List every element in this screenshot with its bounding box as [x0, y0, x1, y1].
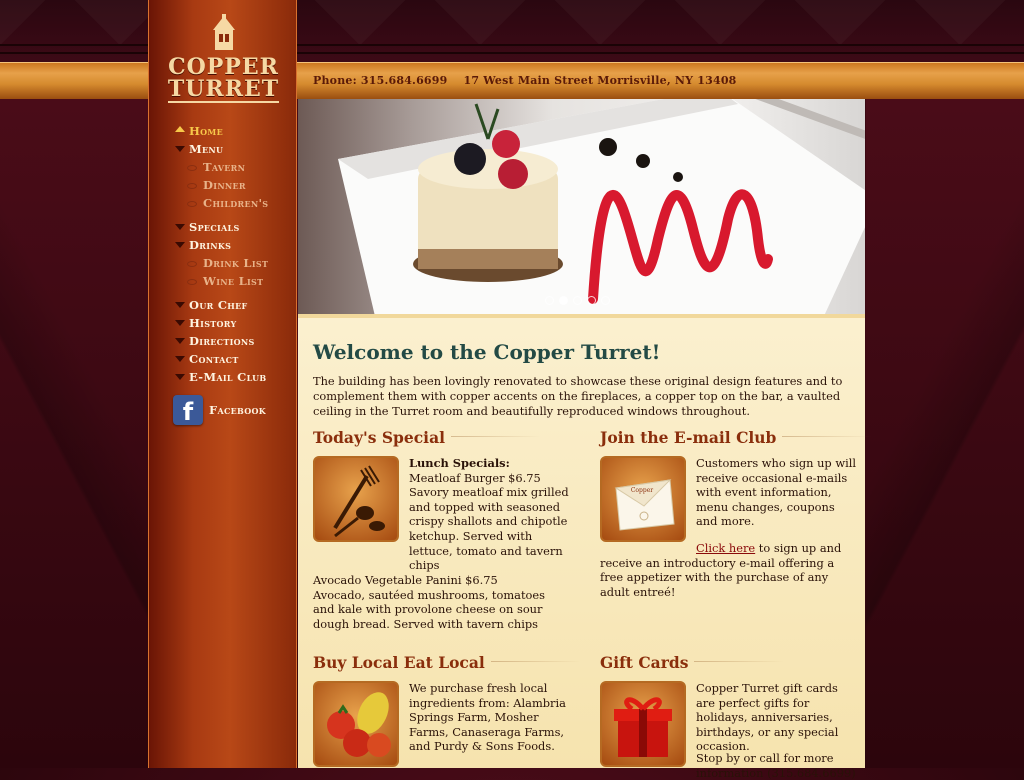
email-club-text: Customers who sign up will receive occas…: [696, 456, 857, 529]
sub-bullet-icon: [187, 165, 197, 171]
sub-bullet-icon: [187, 201, 197, 207]
facebook-icon: f: [173, 395, 203, 426]
sub-bullet-icon: [187, 183, 197, 189]
buy-local-heading: Buy Local Eat Local: [313, 653, 581, 672]
gift-image: [600, 681, 686, 767]
sidebar: Copper Turret Home Menu Tavern Dinner Ch…: [148, 0, 297, 768]
nav-email-club[interactable]: E-Mail Club: [173, 368, 298, 386]
logo-line2: Turret: [167, 76, 280, 103]
nav-label: Drinks: [189, 238, 232, 252]
envelope-logo: Copper: [631, 487, 653, 494]
nav-label: Specials: [189, 220, 240, 234]
special-item-desc: Savory meatloaf mix grilled and topped w…: [409, 485, 569, 573]
slide-indicators: [545, 296, 610, 305]
nav-dinner[interactable]: Dinner: [173, 176, 298, 194]
utensils-image: [313, 456, 399, 542]
arrow-icon: [175, 320, 185, 326]
nav-label: Wine List: [203, 274, 264, 288]
gift-cards-heading: Gift Cards: [600, 653, 786, 672]
address: 17 West Main Street Morrisville, NY 1340…: [463, 74, 737, 87]
intro-text: The building has been lovingly renovated…: [313, 374, 843, 418]
gift-cards-text: Copper Turret gift cards are perfect gif…: [696, 681, 839, 754]
main-content: Welcome to the Copper Turret! The buildi…: [298, 314, 874, 780]
nav-label: Children's: [203, 196, 269, 210]
nav-label: Our Chef: [189, 298, 248, 312]
nav-our-chef[interactable]: Our Chef: [173, 296, 298, 314]
nav-drink-list[interactable]: Drink List: [173, 254, 298, 272]
slide-dot[interactable]: [545, 296, 554, 305]
nav-label: Drink List: [203, 256, 269, 270]
nav-label: Tavern: [203, 160, 246, 174]
buy-local-text: We purchase fresh local ingredients from…: [409, 681, 566, 754]
hero-slideshow: [298, 99, 865, 314]
nav-menu[interactable]: Menu: [173, 140, 298, 158]
vegetables-icon: [327, 692, 391, 757]
nav-label: Contact: [189, 352, 239, 366]
nav-tavern[interactable]: Tavern: [173, 158, 298, 176]
special-item-desc: Avocado, sautéed mushrooms, tomatoes and…: [313, 587, 545, 631]
nav-history[interactable]: History: [173, 314, 298, 332]
email-club-signup: Click here to sign up and receive an int…: [600, 541, 855, 599]
special-details-2: Avocado Vegetable Panini $6.75 Avocado, …: [313, 573, 568, 631]
sub-bullet-icon: [187, 261, 197, 267]
nav-label: Home: [189, 124, 223, 138]
nav-label: History: [189, 316, 237, 330]
gift-cards-text-2: Stop by or call for more information (31…: [696, 751, 856, 780]
slide-dot[interactable]: [573, 296, 582, 305]
todays-special-heading: Today's Special: [313, 428, 541, 447]
background-left: [0, 99, 148, 768]
nav-childrens[interactable]: Children's: [173, 194, 298, 212]
copper-turret-logo[interactable]: Copper Turret: [161, 14, 286, 109]
nav-directions[interactable]: Directions: [173, 332, 298, 350]
gift-box-icon: [614, 697, 672, 757]
arrow-icon: [175, 242, 185, 248]
sub-bullet-icon: [187, 279, 197, 285]
special-item-name: Avocado Vegetable Panini $6.75: [313, 573, 498, 587]
slide-dot[interactable]: [601, 296, 610, 305]
arrow-icon: [175, 126, 185, 132]
nav-specials[interactable]: Specials: [173, 218, 298, 236]
nav-label: Directions: [189, 334, 255, 348]
nav-label: E-Mail Club: [189, 370, 267, 384]
nav-label: Menu: [189, 142, 224, 156]
contact-info: Phone: 315.684.6699 17 West Main Street …: [313, 74, 749, 87]
nav-drinks[interactable]: Drinks: [173, 236, 298, 254]
logo-line1: Copper: [168, 54, 279, 80]
produce-image: [313, 681, 399, 767]
nav-home[interactable]: Home: [173, 122, 298, 140]
special-details: Lunch Specials: Meatloaf Burger $6.75 Sa…: [409, 456, 571, 573]
facebook-link[interactable]: f Facebook: [173, 395, 267, 426]
arrow-icon: [175, 302, 185, 308]
slide-dot-active[interactable]: [559, 296, 568, 305]
arrow-icon: [175, 146, 185, 152]
signup-link[interactable]: Click here: [696, 541, 755, 555]
envelope-icon: Copper: [614, 479, 675, 531]
turret-icon: [212, 14, 235, 50]
envelope-image: Copper: [600, 456, 686, 542]
arrow-icon: [175, 374, 185, 380]
arrow-icon: [175, 338, 185, 344]
slide-dot[interactable]: [587, 296, 596, 305]
cheesecake-photo: [338, 99, 865, 314]
background-right: [866, 99, 1024, 768]
lunch-heading: Lunch Specials:: [409, 456, 510, 470]
arrow-icon: [175, 224, 185, 230]
nav-label: Dinner: [203, 178, 246, 192]
nav-contact[interactable]: Contact: [173, 350, 298, 368]
phone-number: Phone: 315.684.6699: [313, 74, 448, 87]
utensils-icon: [333, 465, 385, 538]
email-club-heading: Join the E-mail Club: [600, 428, 874, 447]
facebook-label: Facebook: [209, 403, 267, 417]
page-title: Welcome to the Copper Turret!: [313, 340, 661, 364]
nav-wine-list[interactable]: Wine List: [173, 272, 298, 290]
arrow-icon: [175, 356, 185, 362]
special-item-name: Meatloaf Burger $6.75: [409, 470, 541, 485]
main-nav: Home Menu Tavern Dinner Children's Speci…: [173, 122, 298, 386]
